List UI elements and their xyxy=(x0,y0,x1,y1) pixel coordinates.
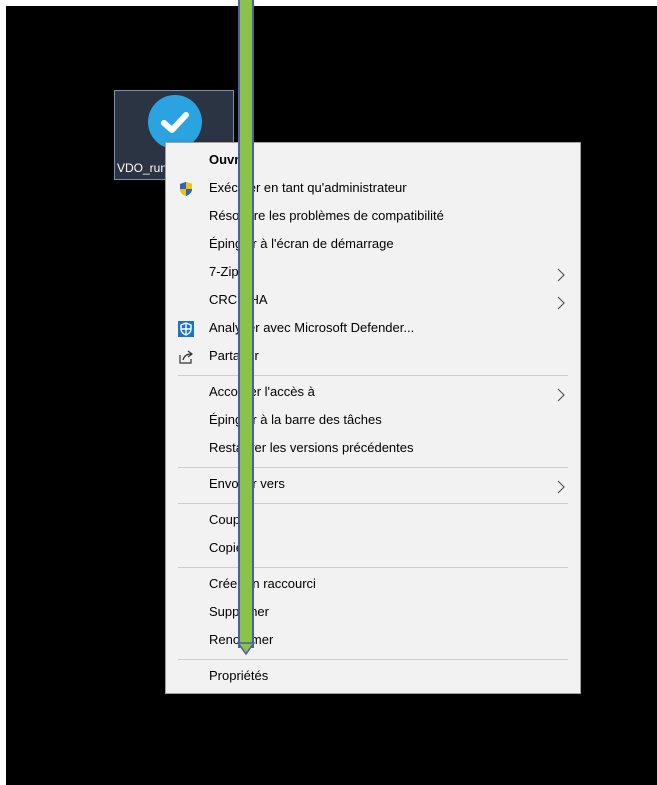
menu-item-label: Accorder l'accès à xyxy=(209,384,315,399)
checkmark-app-icon xyxy=(148,95,202,149)
menu-item-share[interactable]: Partager xyxy=(166,343,580,369)
menu-item-7zip[interactable]: 7-Zip xyxy=(166,259,580,285)
menu-item-pin-to-taskbar[interactable]: Épingler à la barre des tâches xyxy=(166,407,580,433)
menu-item-label: Propriétés xyxy=(209,668,269,683)
menu-separator xyxy=(178,375,568,376)
arrow-down-icon xyxy=(237,642,255,656)
menu-separator xyxy=(178,503,568,504)
menu-item-create-shortcut[interactable]: Créer un raccourci xyxy=(166,571,580,597)
menu-separator xyxy=(178,467,568,468)
chevron-right-icon xyxy=(556,265,566,282)
menu-item-copy[interactable]: Copier xyxy=(166,535,580,561)
drag-arrow-shaft xyxy=(238,0,254,648)
menu-item-label: Épingler à la barre des tâches xyxy=(209,412,382,427)
menu-item-run-as-admin[interactable]: Exécuter en tant qu'administrateur xyxy=(166,175,580,201)
menu-separator xyxy=(178,567,568,568)
defender-icon xyxy=(178,320,194,337)
menu-separator xyxy=(178,659,568,660)
menu-item-open[interactable]: Ouvrir xyxy=(166,147,580,173)
menu-item-delete[interactable]: Supprimer xyxy=(166,599,580,625)
shield-icon xyxy=(178,180,194,196)
menu-item-give-access[interactable]: Accorder l'accès à xyxy=(166,379,580,405)
chevron-right-icon xyxy=(556,385,566,402)
menu-item-crc-sha[interactable]: CRC SHA xyxy=(166,287,580,313)
menu-item-troubleshoot-compat[interactable]: Résoudre les problèmes de compatibilité xyxy=(166,203,580,229)
chevron-right-icon xyxy=(556,293,566,310)
menu-item-send-to[interactable]: Envoyer vers xyxy=(166,471,580,497)
menu-item-defender-scan[interactable]: Analyser avec Microsoft Defender... xyxy=(166,315,580,341)
context-menu: Ouvrir Exécuter en tant qu'administrateu… xyxy=(165,142,581,694)
menu-item-label: Épingler à l'écran de démarrage xyxy=(209,236,394,251)
share-icon xyxy=(178,348,194,364)
menu-item-pin-to-start[interactable]: Épingler à l'écran de démarrage xyxy=(166,231,580,257)
menu-item-properties[interactable]: Propriétés xyxy=(166,663,580,689)
menu-item-rename[interactable]: Renommer xyxy=(166,627,580,653)
menu-item-restore-versions[interactable]: Restaurer les versions précédentes xyxy=(166,435,580,461)
menu-item-label: 7-Zip xyxy=(209,264,239,279)
chevron-right-icon xyxy=(556,477,566,494)
menu-item-label: Créer un raccourci xyxy=(209,576,316,591)
menu-item-cut[interactable]: Couper xyxy=(166,507,580,533)
